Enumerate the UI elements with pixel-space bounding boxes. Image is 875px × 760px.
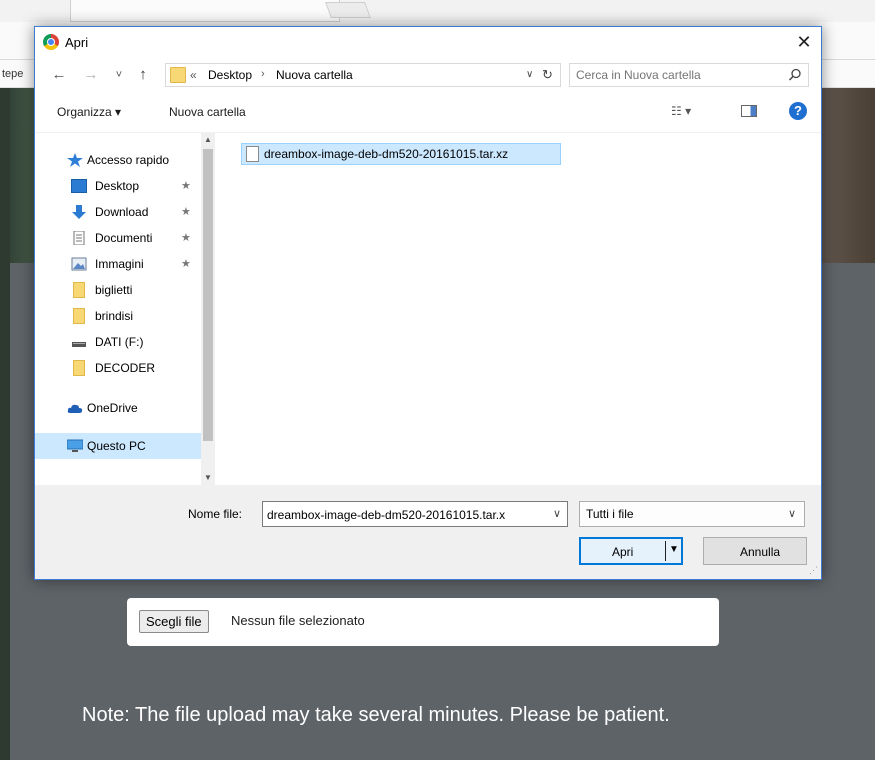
split-divider [665,541,666,561]
nav-item-label: Accesso rapido [87,153,170,167]
nav-item-label: DECODER [95,361,156,375]
filename-field[interactable]: dreambox-image-deb-dm520-20161015.tar.x … [262,501,568,527]
scrollbar-thumb[interactable] [203,149,213,441]
pin-icon: ★ [181,206,191,218]
pin-icon: ★ [181,180,191,192]
choose-file-button[interactable]: Scegli file [139,610,209,633]
nav-item-brindisi[interactable]: brindisi [35,303,201,329]
dialog-footer: Nome file: dreambox-image-deb-dm520-2016… [35,485,821,579]
nav-item-documents[interactable]: Documenti ★ [35,225,201,251]
nav-item-label: OneDrive [87,401,138,415]
chevron-down-icon: ∨ [788,508,797,520]
file-upload-box: Scegli file Nessun file selezionato [127,598,719,646]
nav-item-images[interactable]: Immagini ★ [35,251,201,277]
breadcrumb-desktop[interactable]: Desktop [208,68,252,82]
download-icon [72,205,86,219]
nav-item-label: brindisi [95,309,134,323]
filetype-select[interactable]: Tutti i file ∨ [579,501,805,527]
dialog-title: Apri [65,35,89,50]
file-icon [246,146,259,162]
dialog-navbar: ← → ˅ ↑ « Desktop › Nuova cartella ∨ ↻ [35,57,821,93]
filename-label: Nome file: [188,507,243,521]
image-icon [71,257,87,271]
new-tab-button[interactable] [325,2,371,18]
chrome-icon [43,34,59,50]
search-icon[interactable] [788,68,802,82]
nav-item-quick-access[interactable]: Accesso rapido [35,147,201,173]
search-box[interactable] [569,63,809,87]
nav-item-this-pc[interactable]: Questo PC [35,433,201,459]
help-icon[interactable]: ? [789,102,807,120]
nav-item-label: Questo PC [87,439,146,453]
filetype-value: Tutti i file [586,507,634,521]
file-list: dreambox-image-deb-dm520-20161015.tar.xz [215,133,821,485]
nav-item-decoder[interactable]: DECODER [35,355,201,381]
nav-item-biglietti[interactable]: biglietti [35,277,201,303]
up-arrow-icon[interactable]: ↑ [133,65,153,85]
view-options-icon[interactable]: ☷ ▾ [671,104,691,118]
address-dropdown-icon[interactable]: ∨ [526,69,533,80]
pin-icon: ★ [181,258,191,270]
cancel-button[interactable]: Annulla [703,537,807,565]
page-left-edge [0,88,10,760]
open-file-dialog: Apri ✕ ← → ˅ ↑ « Desktop › Nuova cartell… [34,26,822,580]
bookmark-item[interactable]: tepe [2,68,23,80]
nav-item-label: biglietti [95,283,133,297]
filename-value: dreambox-image-deb-dm520-20161015.tar.x [267,508,506,522]
open-button-label: Apri [612,545,634,559]
folder-icon [170,67,186,83]
file-name: dreambox-image-deb-dm520-20161015.tar.xz [264,147,509,161]
open-button[interactable]: Apri ▼ [579,537,683,565]
browser-tab-strip [0,0,875,22]
pin-icon: ★ [181,232,191,244]
scroll-up-icon[interactable]: ▲ [201,133,215,147]
nav-item-onedrive[interactable]: OneDrive [35,395,201,421]
back-arrow-icon[interactable]: ← [49,65,69,85]
breadcrumb-overflow-icon[interactable]: « [190,68,197,82]
folder-icon [73,308,85,324]
preview-pane-icon[interactable] [741,105,757,117]
nav-item-label: Documenti [95,231,153,245]
star-icon [67,153,83,167]
navigation-pane: Accesso rapido Desktop ★ Download ★ Docu… [35,133,215,485]
refresh-icon[interactable]: ↻ [542,67,553,83]
desktop-icon [71,179,87,193]
nav-pane-scrollbar[interactable]: ▲ ▼ [201,133,215,485]
recent-locations-icon[interactable]: ˅ [109,65,129,85]
browser-tab[interactable] [70,0,340,22]
nav-item-desktop[interactable]: Desktop ★ [35,173,201,199]
open-options-arrow-icon[interactable]: ▼ [669,544,679,555]
new-folder-button[interactable]: Nuova cartella [169,105,246,119]
file-item[interactable]: dreambox-image-deb-dm520-20161015.tar.xz [241,143,561,165]
nav-item-dati-drive[interactable]: DATI (F:) [35,329,201,355]
choose-file-status: Nessun file selezionato [231,613,365,628]
folder-icon [73,282,85,298]
close-button[interactable]: ✕ [787,27,821,57]
organize-button[interactable]: Organizza ▾ [57,105,121,119]
dialog-titlebar[interactable]: Apri ✕ [35,27,821,57]
breadcrumb-separator-icon[interactable]: › [261,68,265,80]
forward-arrow-icon[interactable]: → [81,65,101,85]
search-input[interactable] [576,66,776,84]
computer-icon [67,439,83,452]
filename-dropdown-icon[interactable]: ∨ [553,507,561,520]
folder-icon [73,360,85,376]
command-bar: Organizza ▾ Nuova cartella ☷ ▾ ? [35,93,821,133]
drive-icon [72,342,86,347]
cloud-icon [67,404,83,413]
upload-note: Note: The file upload may take several m… [82,704,670,726]
cancel-button-label: Annulla [740,545,781,559]
resize-grip-icon[interactable]: ⋰ [809,565,818,576]
address-bar[interactable]: « Desktop › Nuova cartella ∨ ↻ [165,63,561,87]
scroll-down-icon[interactable]: ▼ [201,471,215,485]
nav-item-label: Immagini [95,257,144,271]
document-icon [73,231,85,245]
nav-item-label: Desktop [95,179,140,193]
nav-item-label: DATI (F:) [95,335,144,349]
nav-item-download[interactable]: Download ★ [35,199,201,225]
nav-item-label: Download [95,205,149,219]
breadcrumb-current-folder[interactable]: Nuova cartella [276,68,353,82]
